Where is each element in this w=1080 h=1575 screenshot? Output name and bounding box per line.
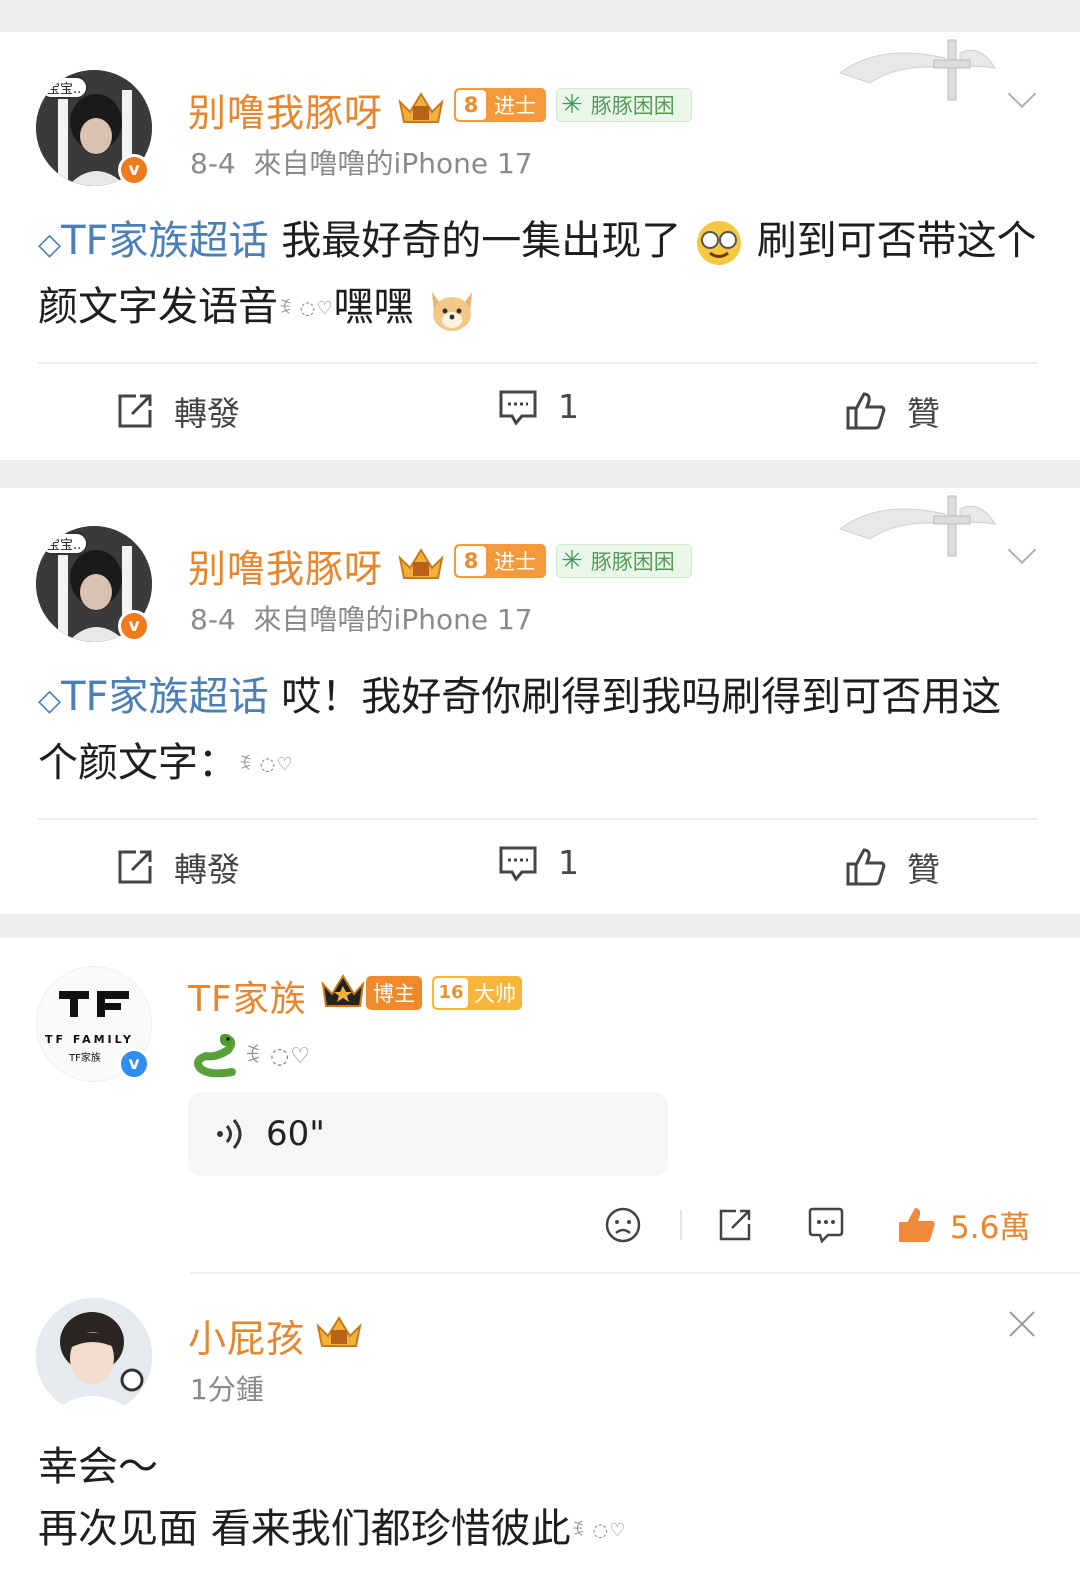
like-icon: [846, 848, 886, 886]
snake-emoji-icon: [194, 1034, 236, 1078]
level-tag: 16 大帅: [432, 976, 522, 1010]
post-text: ꉂ ◌♡: [188, 1030, 311, 1078]
divider: [38, 362, 1038, 364]
comment-icon: [499, 390, 537, 426]
comment-button[interactable]: 1: [498, 843, 579, 882]
verified-badge: v: [118, 154, 150, 186]
repost-button[interactable]: 轉發: [116, 387, 240, 435]
logo-cn-text: TF家族: [69, 1053, 101, 1064]
like-button[interactable]: 贊: [845, 387, 940, 435]
post-2[interactable]: 宝宝.. v 别噜我豚呀 8 进士 ✳ 豚豚困困 8-4 來自噜噜的iPhone…: [0, 488, 1080, 914]
snowflake-icon: ✳: [561, 90, 583, 120]
crown-icon: [316, 1316, 362, 1347]
diamond-topic-icon: ◇: [38, 683, 62, 718]
level-tag: 8 进士: [454, 88, 546, 122]
like-icon: [846, 392, 886, 430]
voice-icon: [217, 1119, 242, 1149]
repost-icon: [118, 394, 152, 428]
post-meta: 8-4 來自噜噜的iPhone 17: [190, 603, 533, 636]
avatar-bubble: 宝宝..: [40, 532, 89, 555]
comment-time: 1分鍾: [190, 1373, 264, 1406]
comment-icon[interactable]: [806, 1206, 846, 1244]
like-button[interactable]: 5.6萬: [896, 1202, 1030, 1247]
username[interactable]: 别噜我豚呀: [188, 538, 383, 593]
like-icon: [899, 1207, 935, 1242]
sad-face-icon[interactable]: [604, 1206, 642, 1244]
blogger-badge: 博主: [366, 976, 422, 1010]
topic-link[interactable]: ◇TF家族超话: [38, 674, 269, 720]
angel-cross-decoration: [838, 39, 996, 101]
dog-emoji-icon: [432, 292, 473, 331]
level-tag: 8 进士: [454, 544, 546, 578]
verified-badge: v: [118, 610, 150, 642]
voice-message[interactable]: 60": [188, 1092, 668, 1176]
like-button[interactable]: 贊: [845, 843, 940, 891]
post-1[interactable]: 宝宝.. v 别噜我豚呀 8 进士 ✳ 豚豚困困 8-4 來自噜噜的iPhone…: [0, 32, 1080, 460]
post-text: ◇TF家族超话 我最好奇的一集出现了 刷到可否带这个颜文字发语音ꉂ ◌♡嘿嘿: [38, 210, 1048, 340]
divider: [38, 818, 1038, 820]
avatar-bubble: 宝宝..: [40, 76, 89, 99]
chevron-down-icon[interactable]: [1007, 79, 1037, 109]
username[interactable]: 小屁孩: [188, 1308, 305, 1363]
post-3[interactable]: TF FAMILY TF家族 v TF家族 博主 16 大帅 ꉂ ◌♡ 60": [0, 938, 1080, 1272]
crown-icon: [398, 548, 444, 579]
topic-link[interactable]: ◇TF家族超话: [38, 218, 269, 264]
comment-4[interactable]: 小屁孩 1分鍾 幸会～ 再次见面 看来我们都珍惜彼此ꉂ ◌♡: [0, 1274, 1080, 1575]
comment-icon: [499, 846, 537, 882]
post-text: ◇TF家族超话 哎！我好奇你刷得到我吗刷得到可否用这个颜文字：ꉂ ◌♡: [38, 674, 1002, 786]
crown-icon: [321, 974, 365, 1007]
top-gap: [0, 0, 1080, 32]
action-separator: [680, 1210, 682, 1240]
angel-cross-decoration: [838, 495, 996, 557]
section-gap: [0, 914, 1080, 938]
voice-duration: 60": [266, 1114, 325, 1154]
share-icon[interactable]: [716, 1206, 754, 1244]
avatar[interactable]: [36, 1298, 152, 1414]
verified-badge: v: [118, 1048, 150, 1080]
close-icon[interactable]: [1006, 1308, 1038, 1340]
nerd-emoji-icon: [696, 221, 741, 265]
fan-badge: ✳ 豚豚困困: [556, 544, 692, 578]
diamond-topic-icon: ◇: [38, 227, 62, 262]
crown-icon: [398, 92, 444, 123]
comment-button[interactable]: 1: [498, 387, 579, 426]
repost-button[interactable]: 轉發: [116, 843, 240, 891]
post-meta: 8-4 來自噜噜的iPhone 17: [190, 147, 533, 180]
username[interactable]: TF家族: [188, 970, 307, 1022]
logo-family-text: TF FAMILY: [45, 1033, 134, 1046]
fan-badge: ✳ 豚豚困困: [556, 88, 692, 122]
section-gap: [0, 460, 1080, 488]
like-count: 5.6萬: [950, 1210, 1031, 1246]
username[interactable]: 别噜我豚呀: [188, 82, 383, 137]
repost-icon: [118, 850, 152, 884]
snowflake-icon: ✳: [561, 546, 583, 576]
comment-text: 幸会～ 再次见面 看来我们都珍惜彼此ꉂ ◌♡: [38, 1444, 627, 1552]
chevron-down-icon[interactable]: [1007, 535, 1037, 565]
